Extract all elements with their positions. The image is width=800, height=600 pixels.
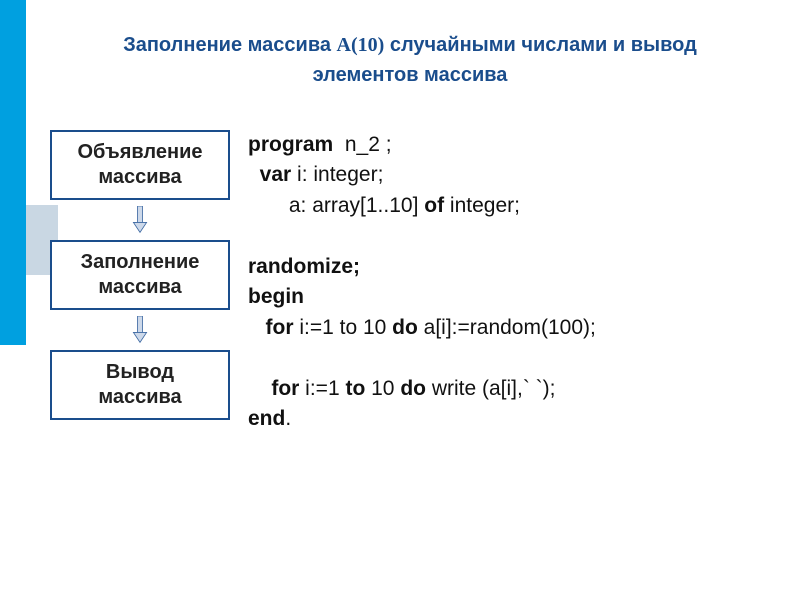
flow-box-output: Вывод массива xyxy=(50,350,230,420)
sidebar-strip xyxy=(0,0,26,345)
title-line1-formula: A(10) xyxy=(337,34,385,56)
title-line2: элементов массива xyxy=(313,64,508,86)
flow-box1-l2: массива xyxy=(98,166,181,188)
flow-box-fill: Заполнение массива xyxy=(50,240,230,310)
kw-for: for xyxy=(266,316,294,339)
code-line-7: for i:=1 to 10 do write (a[i],` `); xyxy=(248,374,596,404)
code-block: program n_2 ; var i: integer; a: array[1… xyxy=(248,130,596,434)
code-line-4: randomize; xyxy=(248,252,596,282)
flow-box2-l1: Заполнение xyxy=(81,251,200,273)
flow-box1-l1: Объявление xyxy=(78,141,203,163)
flowchart: Объявление массива Заполнение массива Вы… xyxy=(50,130,230,420)
flow-box3-l2: массива xyxy=(98,386,181,408)
kw-of: of xyxy=(424,194,444,217)
code-line-3: a: array[1..10] of integer; xyxy=(248,191,596,221)
kw-do: do xyxy=(392,316,418,339)
code-line-1: program n_2 ; xyxy=(248,130,596,160)
code-line-2: var i: integer; xyxy=(248,160,596,190)
kw-end: end xyxy=(248,407,285,430)
title-line1-after: случайными числами и вывод xyxy=(384,34,697,56)
kw-var: var xyxy=(260,163,292,186)
code-line-6: for i:=1 to 10 do a[i]:=random(100); xyxy=(248,313,596,343)
kw-do: do xyxy=(400,377,426,400)
code-gap xyxy=(248,221,596,251)
arrow-down-icon xyxy=(133,316,147,344)
code-line-5: begin xyxy=(248,282,596,312)
title-line1-before: Заполнение массива xyxy=(123,34,336,56)
arrow-down-icon xyxy=(133,206,147,234)
kw-program: program xyxy=(248,133,333,156)
flow-box-declaration: Объявление массива xyxy=(50,130,230,200)
slide-title: Заполнение массива A(10) случайными числ… xyxy=(40,30,780,90)
code-gap xyxy=(248,343,596,373)
code-line-8: end. xyxy=(248,404,596,434)
flow-box2-l2: массива xyxy=(98,276,181,298)
flow-box3-l1: Вывод xyxy=(106,361,174,383)
kw-to: to xyxy=(345,377,365,400)
kw-for: for xyxy=(271,377,299,400)
